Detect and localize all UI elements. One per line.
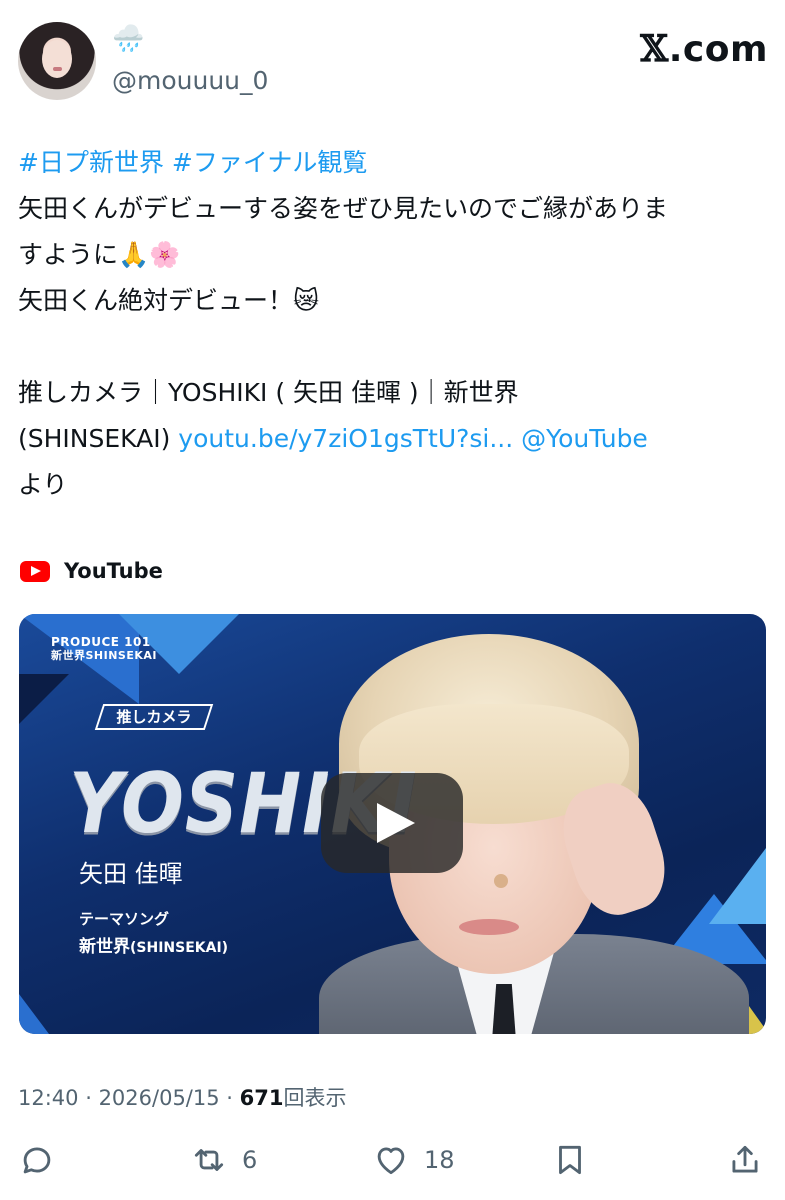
decor-triangle bbox=[19, 674, 69, 724]
view-count: 671 bbox=[239, 1086, 284, 1110]
bookmark-button[interactable] bbox=[551, 1138, 589, 1182]
decor-triangle bbox=[19, 994, 49, 1034]
views-label: 回表示 bbox=[283, 1086, 347, 1110]
performer-jp-name: 矢田 佳暉 bbox=[79, 860, 183, 888]
brand-suffix: .com bbox=[668, 29, 768, 70]
theme-label: テーマソング bbox=[79, 910, 170, 928]
share-icon bbox=[732, 1145, 758, 1173]
video-thumbnail[interactable]: PRODUCE 101 新世界SHINSEKAI 推しカメラ YOSHIKI 矢… bbox=[19, 614, 766, 1034]
theme-song: 新世界(SHINSEKAI) bbox=[79, 932, 228, 957]
hashtag-link[interactable]: #日プ新世界 bbox=[18, 148, 164, 177]
heart-icon bbox=[377, 1147, 405, 1175]
x-com-logo: 𝕏.com bbox=[640, 28, 768, 70]
logo-top: PRODUCE 101 bbox=[51, 635, 151, 649]
youtube-icon bbox=[20, 560, 50, 582]
video-link-line: (SHINSEKAI) youtu.be/y7ziO1gsTtU?si... @… bbox=[18, 416, 768, 462]
like-button[interactable]: 18 bbox=[372, 1138, 455, 1182]
produce101-logo: PRODUCE 101 新世界SHINSEKAI bbox=[51, 635, 157, 663]
oshi-camera-badge: 推しカメラ bbox=[94, 704, 214, 730]
tweet-time[interactable]: 12:40 bbox=[18, 1086, 79, 1110]
logo-bottom: 新世界SHINSEKAI bbox=[51, 649, 157, 662]
avatar[interactable] bbox=[18, 22, 96, 100]
tweet-line: 矢田くん絶対デビュー！😿 bbox=[18, 286, 320, 315]
card-source-name: YouTube bbox=[64, 559, 163, 583]
reply-icon bbox=[23, 1147, 51, 1174]
action-bar: 6 18 bbox=[18, 1138, 768, 1182]
play-button[interactable] bbox=[321, 773, 463, 873]
card-source[interactable]: YouTube bbox=[20, 556, 163, 586]
video-title-line: 推しカメラ｜YOSHIKI ( 矢田 佳暉 )｜新世界 bbox=[18, 378, 519, 407]
meta-separator: · bbox=[78, 1086, 99, 1110]
headset-mic bbox=[494, 874, 508, 888]
theme-song-jp: 新世界 bbox=[79, 937, 130, 957]
like-count: 18 bbox=[424, 1146, 455, 1174]
youtube-link[interactable]: youtu.be/y7ziO1gsTtU?si... bbox=[178, 424, 513, 453]
mention-link[interactable]: @YouTube bbox=[521, 424, 648, 453]
tweet-text: #日プ新世界 #ファイナル観覧 矢田くんがデビューする姿をぜひ見たいのでご縁があ… bbox=[18, 140, 768, 508]
hashtag-link[interactable]: #ファイナル観覧 bbox=[172, 148, 367, 177]
tweet-meta: 12:40 · 2026/05/15 · 671回表示 bbox=[18, 1082, 346, 1112]
theme-song-en: (SHINSEKAI) bbox=[130, 940, 229, 956]
tweet-header: 🌧️ @mouuuu_0 𝕏.com bbox=[18, 22, 768, 102]
tweet-line: 矢田くんがデビューする姿をぜひ見たいのでご縁がありま bbox=[18, 194, 669, 223]
decor-triangle bbox=[709, 844, 766, 924]
tweet-line: すように🙏🌸 bbox=[18, 240, 181, 269]
avatar-face bbox=[42, 40, 72, 78]
share-button[interactable] bbox=[726, 1138, 764, 1182]
bookmark-icon bbox=[559, 1145, 581, 1175]
user-handle[interactable]: @mouuuu_0 bbox=[112, 66, 268, 95]
tweet-line: より bbox=[18, 470, 68, 499]
lips bbox=[459, 919, 519, 935]
retweet-button[interactable]: 6 bbox=[190, 1138, 257, 1182]
display-name[interactable]: 🌧️ bbox=[112, 24, 144, 54]
reply-button[interactable] bbox=[18, 1138, 56, 1182]
badge-label: 推しカメラ bbox=[116, 708, 192, 726]
hashtag-line: #日プ新世界 #ファイナル観覧 bbox=[18, 140, 768, 186]
avatar-mouth bbox=[53, 67, 62, 71]
tweet-date[interactable]: 2026/05/15 bbox=[99, 1086, 220, 1110]
video-title-suffix: (SHINSEKAI) bbox=[18, 424, 179, 453]
x-logo-icon: 𝕏 bbox=[640, 28, 669, 70]
retweet-icon bbox=[194, 1149, 224, 1171]
retweet-count: 6 bbox=[242, 1146, 258, 1174]
meta-separator: · bbox=[219, 1086, 240, 1110]
